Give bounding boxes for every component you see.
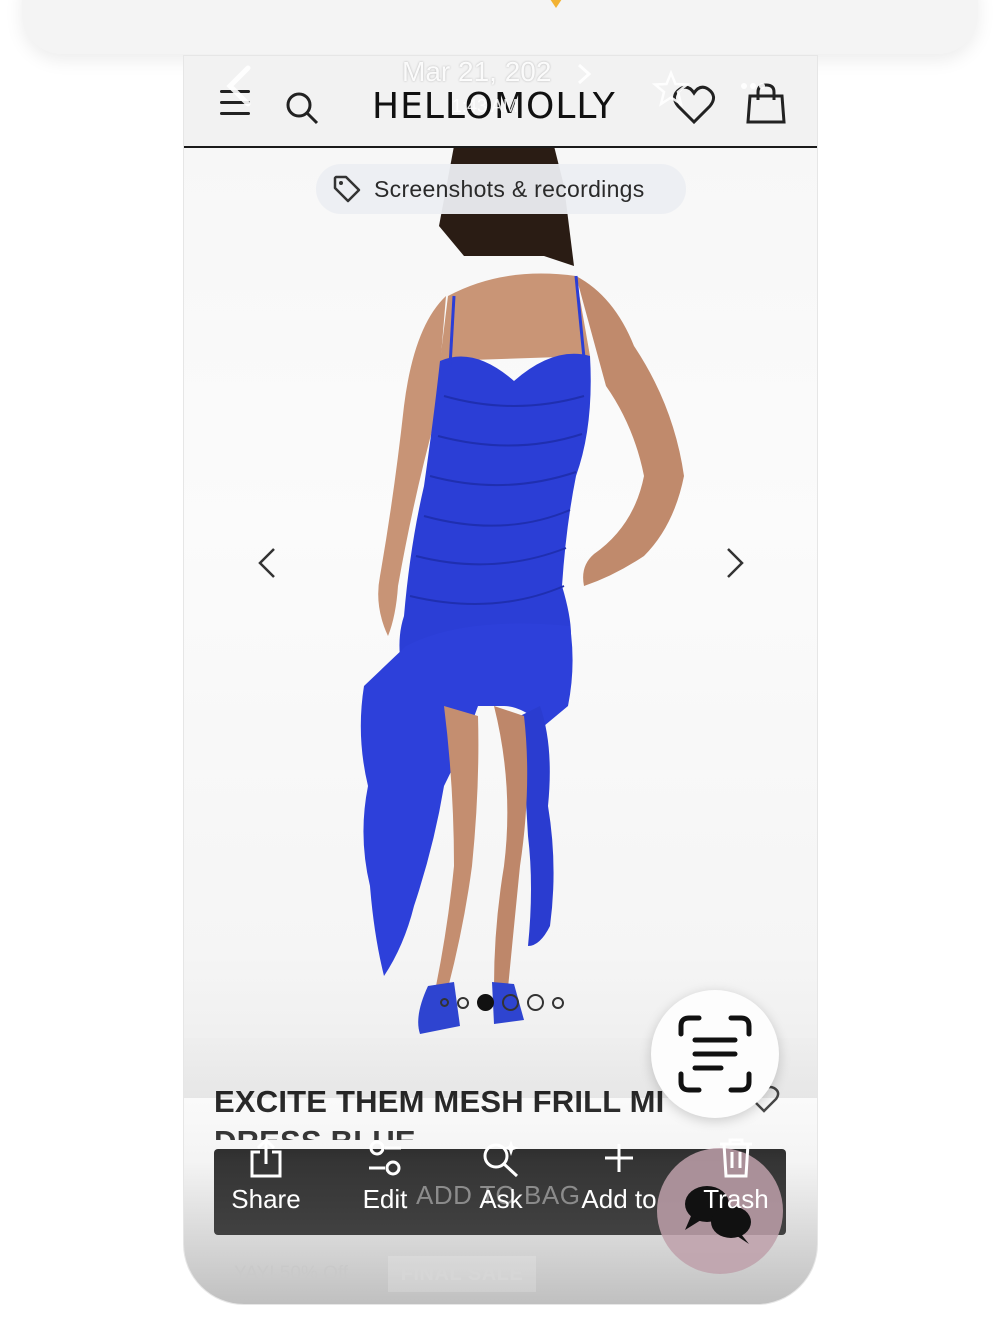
pill-label: Screenshots & recordings: [374, 175, 645, 202]
final-sale-badge: FINAL SALE: [388, 1256, 536, 1292]
edit-sliders-icon: [369, 1140, 401, 1176]
screenshot-time: 1:43 AM: [452, 96, 519, 116]
sparkle-search-icon: [483, 1140, 519, 1178]
add-to-label: Add to: [581, 1184, 657, 1214]
carousel-dot[interactable]: [502, 994, 519, 1011]
carousel-dot[interactable]: [552, 996, 564, 1009]
sun-icon: [550, 0, 562, 8]
text-scan-button[interactable]: [651, 990, 779, 1118]
screenshot-date[interactable]: Mar 21, 202: [402, 56, 551, 88]
chevron-right-icon: [577, 63, 592, 85]
dress-model-illustration: [360, 146, 684, 1034]
promo-text: YAY! 50% Off: [234, 1263, 349, 1284]
trash-label: Trash: [703, 1184, 769, 1214]
carousel-dot-active[interactable]: [477, 994, 494, 1011]
ask-label: Ask: [479, 1184, 523, 1214]
edit-button[interactable]: Edit: [350, 1138, 420, 1215]
site-header: HELLOMOLLY Mar 21, 202 1:43 AM: [184, 56, 817, 148]
search-icon[interactable]: [284, 90, 320, 126]
more-icon[interactable]: [740, 82, 766, 90]
ask-button[interactable]: Ask: [466, 1138, 536, 1215]
carousel-dot[interactable]: [527, 994, 544, 1011]
trash-button[interactable]: Trash: [696, 1138, 776, 1215]
carousel-dot[interactable]: [457, 996, 469, 1009]
text-scan-icon: [678, 1015, 752, 1093]
plus-icon: [605, 1144, 633, 1172]
tag-icon: [333, 175, 361, 203]
add-to-button[interactable]: Add to: [572, 1138, 666, 1215]
carousel-next-icon[interactable]: [724, 546, 746, 580]
share-button[interactable]: Share: [226, 1138, 306, 1215]
product-title-line1: EXCITE THEM MESH FRILL MI: [214, 1084, 665, 1119]
carousel-prev-icon[interactable]: [256, 546, 278, 580]
carousel-dots: [440, 994, 564, 1011]
edit-label: Edit: [362, 1184, 408, 1214]
chevron-left-icon[interactable]: [224, 64, 254, 108]
notification-card: [22, 0, 978, 54]
screenshots-recordings-pill[interactable]: Screenshots & recordings: [316, 164, 686, 214]
trash-icon: [720, 1138, 752, 1178]
share-label: Share: [231, 1184, 301, 1214]
carousel-dot[interactable]: [440, 998, 449, 1007]
share-icon: [250, 1138, 282, 1178]
star-icon[interactable]: [652, 70, 690, 108]
